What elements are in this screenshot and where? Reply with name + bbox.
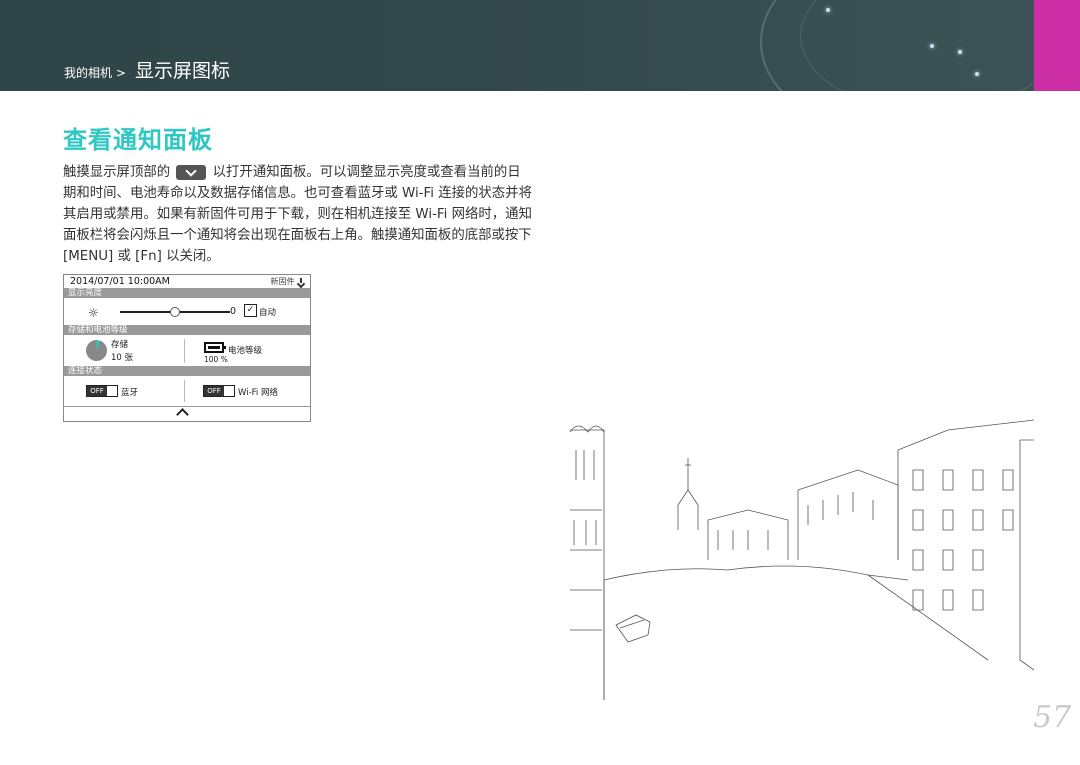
city-canal-illustration [569, 419, 1034, 700]
panel-bottom-divider [64, 406, 310, 407]
brightness-icon: ☼ [88, 306, 99, 320]
storage-battery-header: 存储和电池等级 [64, 325, 310, 335]
chevron-up-icon[interactable] [176, 408, 189, 421]
paragraph-text-start: 触摸显示屏顶部的 [63, 165, 171, 180]
auto-brightness-label: 自动 [259, 308, 277, 318]
wifi-label: Wi-Fi 网络 [238, 388, 278, 398]
download-icon [297, 277, 305, 286]
section-paragraph: 触摸显示屏顶部的 以打开通知面板。可以调整显示亮度或查看当前的日期和时间、电池寿… [63, 162, 533, 267]
banner-swirl-decoration [800, 0, 1034, 91]
brightness-header: 显示亮度 [64, 288, 310, 298]
bluetooth-toggle[interactable]: OFF [86, 385, 118, 397]
chapter-tab[interactable] [1034, 0, 1080, 91]
sparkle-dot [826, 8, 830, 12]
sparkle-dot [975, 72, 979, 76]
header-banner: 我的相机 > 显示屏图标 [0, 0, 1034, 91]
brightness-slider-handle[interactable] [170, 307, 180, 317]
bluetooth-label: 蓝牙 [121, 388, 139, 398]
breadcrumb: 我的相机 > 显示屏图标 [64, 56, 230, 83]
section-title: 查看通知面板 [63, 126, 213, 154]
sparkle-dot [958, 50, 962, 54]
bluetooth-toggle-state: OFF [87, 386, 107, 396]
page-number: 57 [1033, 700, 1072, 735]
panel-datetime: 2014/07/01 10:00AM [70, 276, 170, 287]
brightness-value: 0 [230, 306, 237, 317]
battery-label: 电池等级 [228, 346, 263, 356]
chevron-down-icon [176, 164, 207, 180]
storage-value: 10 张 [111, 353, 134, 363]
battery-icon [204, 342, 226, 353]
wifi-toggle[interactable]: OFF [203, 385, 235, 397]
wifi-toggle-state: OFF [204, 386, 224, 396]
breadcrumb-current: 显示屏图标 [134, 60, 230, 82]
battery-percent: 100 % [204, 355, 228, 364]
storage-pie-icon [86, 340, 107, 361]
sparkle-dot [930, 44, 934, 48]
firmware-notice[interactable]: 新固件 [270, 276, 305, 287]
connection-header: 连接状态 [64, 366, 310, 376]
breadcrumb-parent[interactable]: 我的相机 > [64, 66, 126, 80]
divider [184, 380, 185, 402]
storage-label: 存储 [111, 340, 129, 350]
firmware-label: 新固件 [270, 277, 295, 286]
divider [184, 339, 185, 363]
auto-brightness-checkbox[interactable]: ✓ [244, 304, 257, 317]
notification-panel: 2014/07/01 10:00AM 新固件 显示亮度 ☼ 0 ✓ 自动 存储和… [63, 274, 311, 422]
